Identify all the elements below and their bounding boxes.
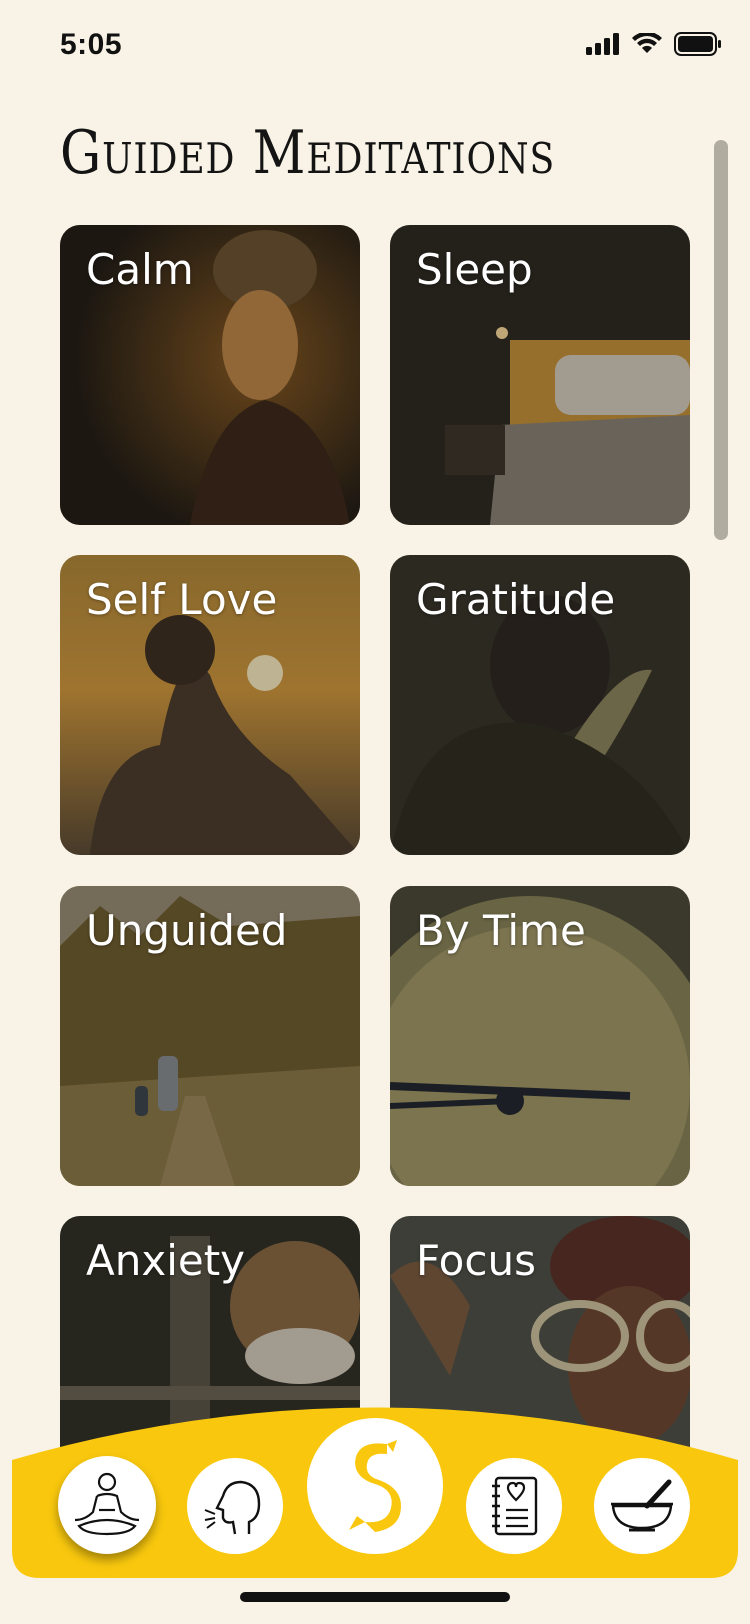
- category-card-calm[interactable]: Calm: [60, 225, 360, 525]
- tab-breathe[interactable]: [187, 1458, 283, 1554]
- tab-journal[interactable]: [466, 1458, 562, 1554]
- category-card-sleep[interactable]: Sleep: [390, 225, 690, 525]
- breathing-head-icon: [204, 1480, 261, 1535]
- category-card-unguided[interactable]: Unguided: [60, 886, 360, 1186]
- category-label: Calm: [86, 245, 194, 294]
- home-indicator: [240, 1592, 510, 1602]
- category-label: By Time: [416, 906, 586, 955]
- category-label: Self Love: [86, 575, 278, 624]
- category-grid: Calm Sleep Self Love Gratitude Unguided …: [0, 0, 750, 1624]
- app-logo-icon: [349, 1440, 401, 1532]
- mortar-pestle-icon: [611, 1479, 673, 1532]
- category-card-self-love[interactable]: Self Love: [60, 555, 360, 855]
- category-label: Unguided: [86, 906, 288, 955]
- category-label: Focus: [416, 1236, 536, 1285]
- meditation-person-icon: [74, 1472, 140, 1536]
- journal-heart-icon: [492, 1476, 538, 1536]
- tab-bar: [0, 1400, 750, 1580]
- category-card-gratitude[interactable]: Gratitude: [390, 555, 690, 855]
- category-label: Anxiety: [86, 1236, 246, 1285]
- category-card-by-time[interactable]: By Time: [390, 886, 690, 1186]
- tab-meditate[interactable]: [58, 1456, 156, 1554]
- category-label: Sleep: [416, 245, 533, 294]
- tab-remedies[interactable]: [594, 1458, 690, 1554]
- category-label: Gratitude: [416, 575, 616, 624]
- tab-home[interactable]: [307, 1418, 443, 1554]
